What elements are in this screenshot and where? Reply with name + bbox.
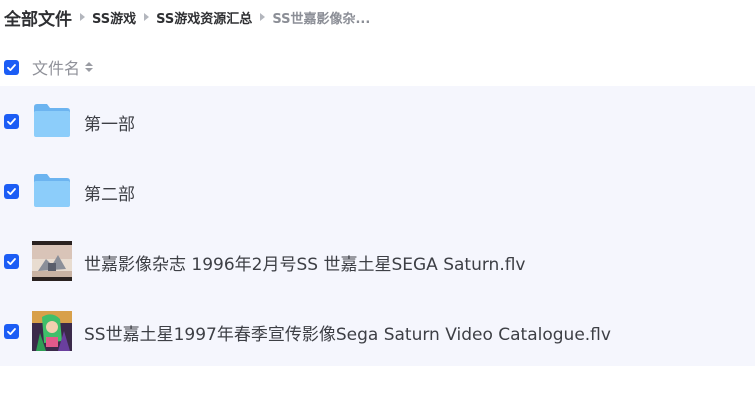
file-name[interactable]: 第二部 — [84, 180, 135, 205]
sort-by-filename[interactable]: 文件名 — [32, 55, 94, 79]
checkmark-icon — [7, 258, 16, 265]
folder-icon — [34, 104, 70, 137]
folder-icon — [34, 174, 70, 207]
breadcrumb-item-ss-resources[interactable]: SS游戏资源汇总 — [156, 8, 252, 27]
breadcrumb-item-current: SS世嘉影像杂... — [272, 11, 371, 27]
breadcrumb-root-all-files[interactable]: 全部文件 — [4, 5, 72, 30]
breadcrumb-separator-icon — [144, 13, 150, 21]
row-checkbox[interactable] — [4, 114, 19, 129]
list-item[interactable]: 第二部 — [0, 156, 755, 226]
row-checkbox[interactable] — [4, 324, 19, 339]
list-item[interactable]: 世嘉影像杂志 1996年2月号SS 世嘉土星SEGA Saturn.flv — [0, 226, 755, 296]
file-name[interactable]: 第一部 — [84, 110, 135, 135]
file-name[interactable]: SS世嘉土星1997年春季宣传影像Sega Saturn Video Catal… — [84, 320, 611, 345]
breadcrumb-item-ss-games[interactable]: SS游戏 — [92, 8, 136, 27]
select-all-checkbox[interactable] — [4, 59, 19, 75]
video-thumbnail — [32, 241, 72, 281]
checkmark-icon — [7, 188, 16, 195]
sort-icon — [85, 62, 94, 72]
breadcrumb-separator-icon — [260, 13, 266, 21]
file-name[interactable]: 世嘉影像杂志 1996年2月号SS 世嘉土星SEGA Saturn.flv — [84, 250, 526, 275]
checkmark-icon — [7, 328, 16, 335]
column-header-filename: 文件名 — [32, 59, 81, 78]
breadcrumb: 全部文件 SS游戏 SS游戏资源汇总 SS世嘉影像杂... — [4, 5, 371, 30]
row-checkbox[interactable] — [4, 184, 19, 199]
list-item[interactable]: SS世嘉土星1997年春季宣传影像Sega Saturn Video Catal… — [0, 296, 755, 366]
breadcrumb-separator-icon — [80, 13, 85, 21]
video-thumbnail — [32, 311, 72, 351]
checkmark-icon — [7, 63, 16, 71]
list-item[interactable]: 第一部 — [0, 86, 755, 156]
file-list: 第一部 第二部 世嘉影像杂志 1996年2月号SS 世嘉土星SEGA Satur… — [0, 86, 755, 366]
row-checkbox[interactable] — [4, 254, 19, 269]
file-list-header: 文件名 — [0, 50, 755, 84]
checkmark-icon — [7, 118, 16, 125]
